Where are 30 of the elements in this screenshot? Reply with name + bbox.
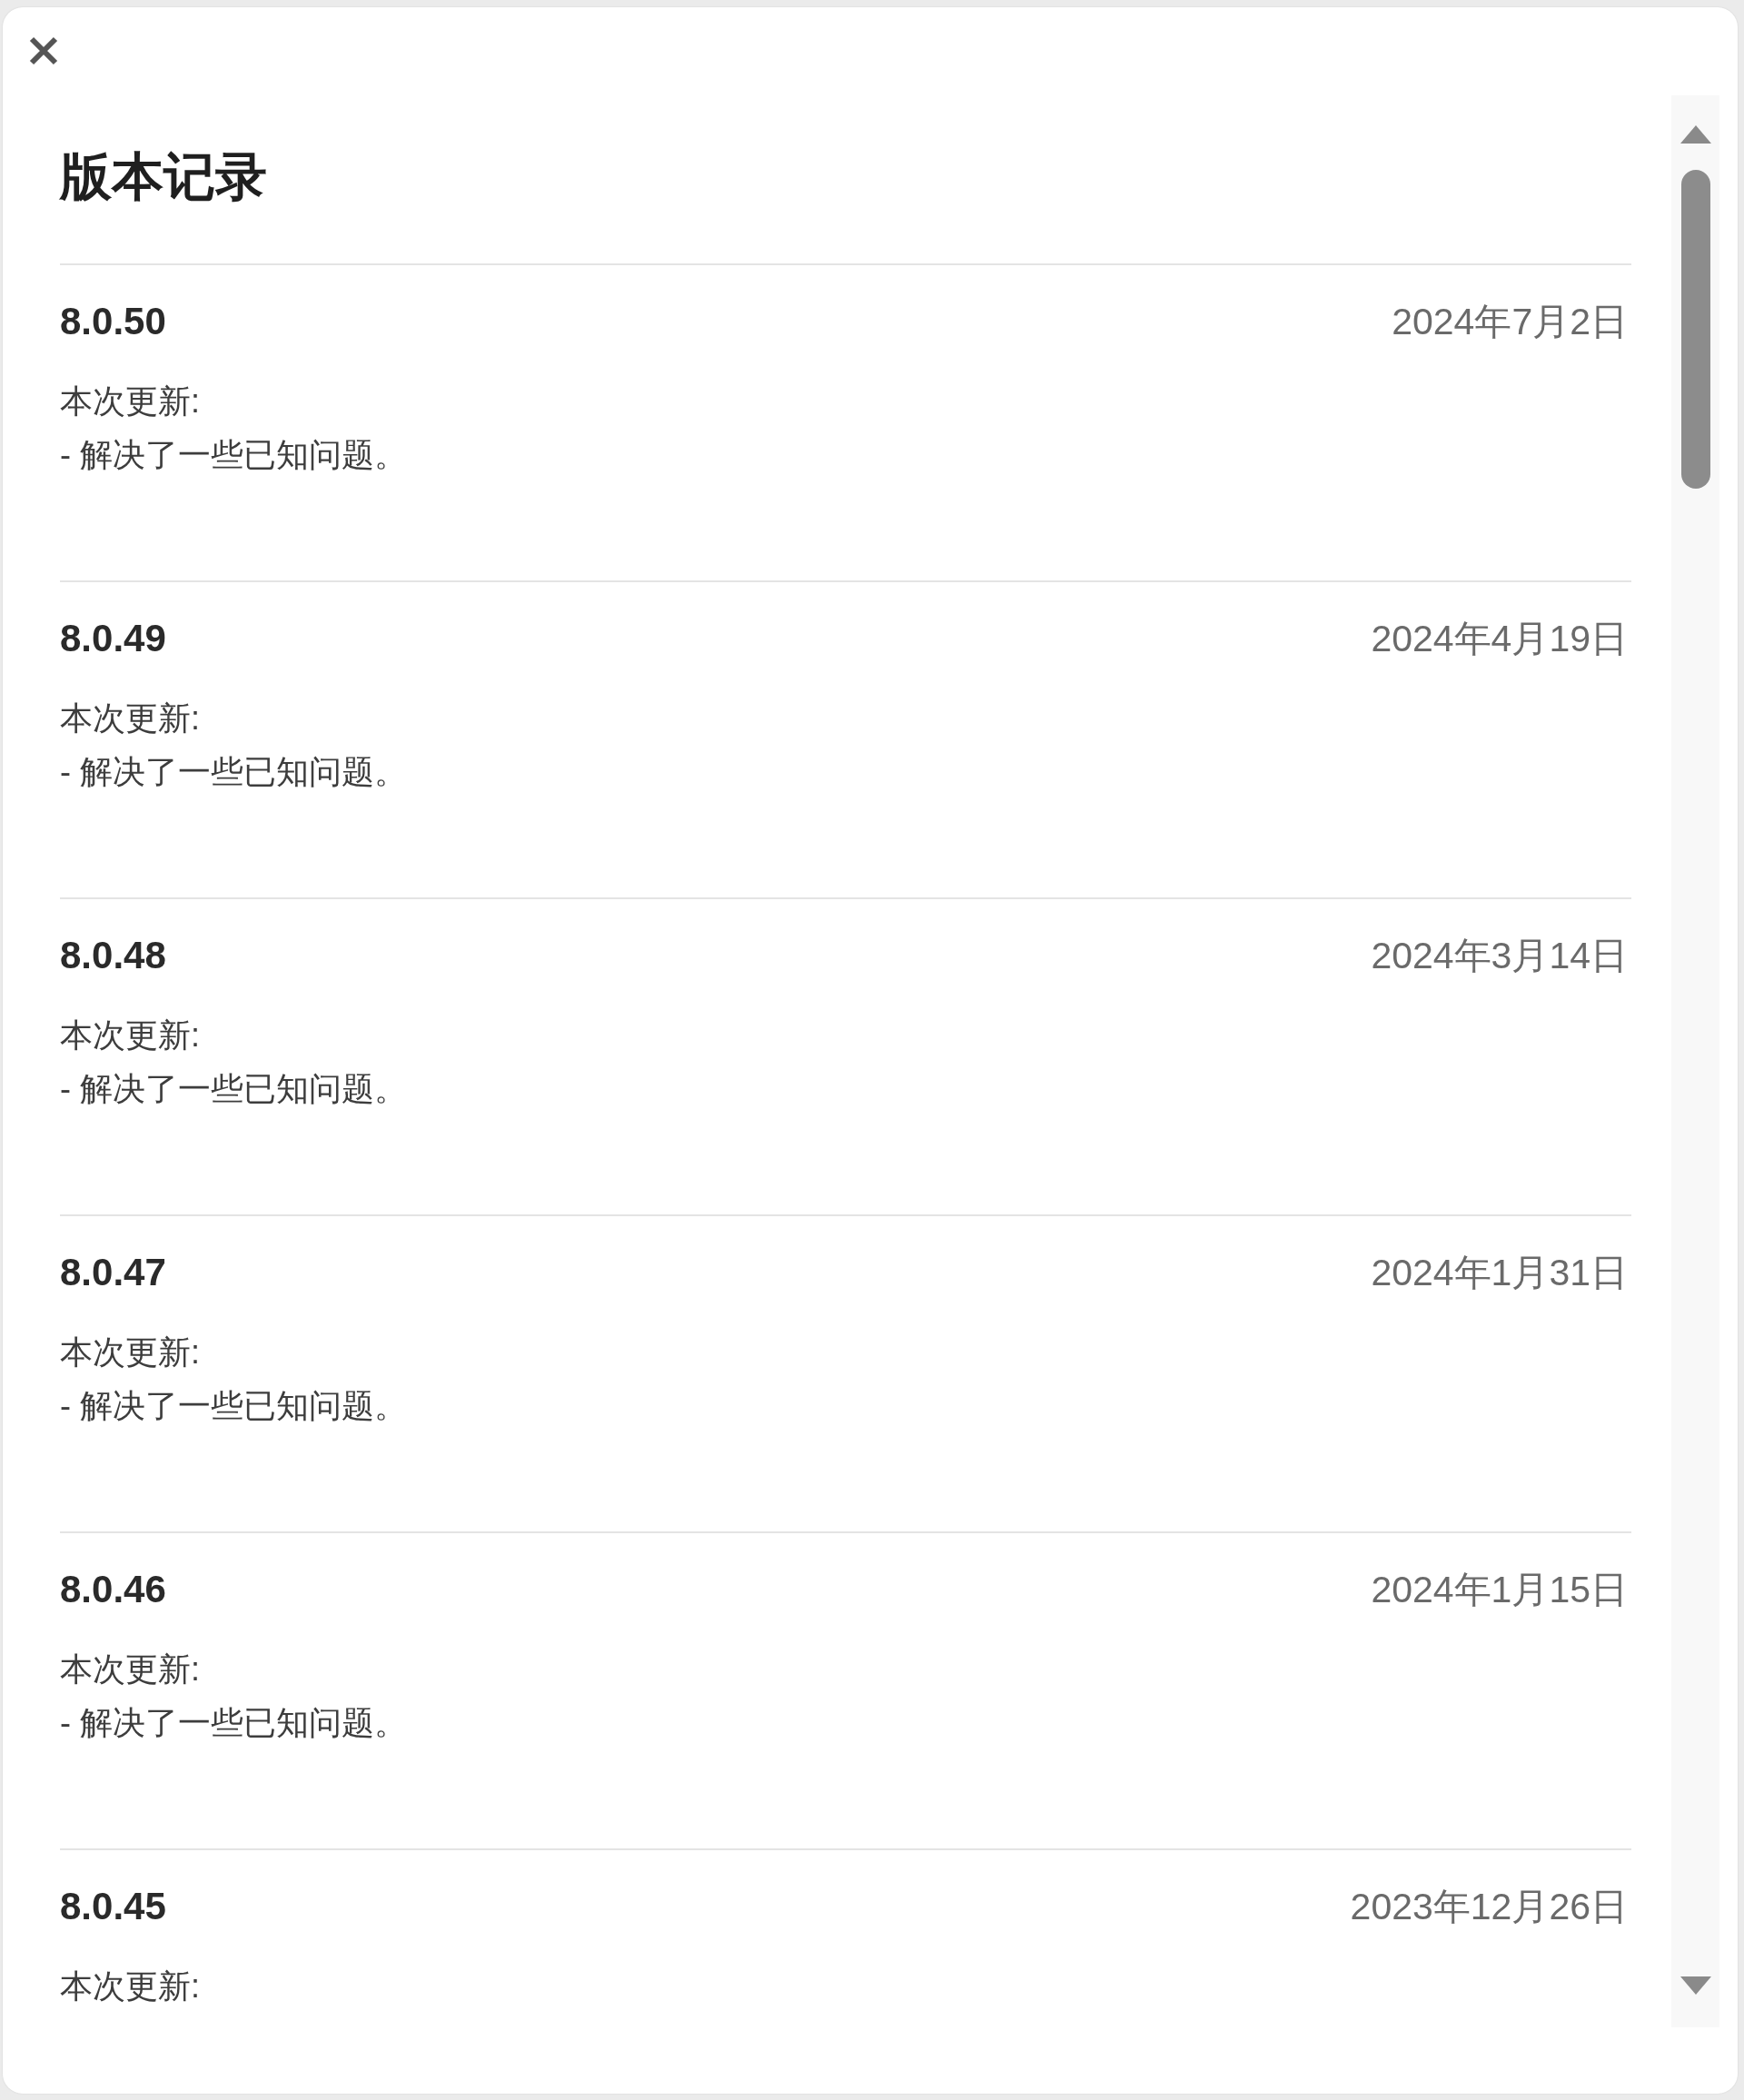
dialog-title: 版本记录 — [60, 146, 268, 207]
release-date: 2024年4月19日 — [1371, 617, 1628, 661]
version-number: 8.0.49 — [60, 616, 166, 661]
version-number: 8.0.48 — [60, 933, 166, 978]
version-number: 8.0.47 — [60, 1250, 166, 1295]
release-note: - 解决了一些已知问题。 — [60, 1386, 408, 1426]
scrollbar-thumb[interactable] — [1680, 170, 1710, 489]
release-note: - 解决了一些已知问题。 — [60, 752, 408, 792]
scrollbar-track[interactable] — [1671, 95, 1719, 2027]
version-number: 8.0.45 — [60, 1884, 166, 1929]
scroll-up-icon[interactable] — [1680, 125, 1711, 144]
notes-heading: 本次更新: — [60, 381, 201, 421]
scroll-down-icon[interactable] — [1680, 1976, 1711, 1995]
release-note: - 解决了一些已知问题。 — [60, 435, 408, 475]
release-date: 2023年12月26日 — [1350, 1885, 1628, 1929]
release-note: - 解决了一些已知问题。 — [60, 1703, 408, 1743]
close-icon — [28, 36, 59, 65]
notes-heading: 本次更新: — [60, 1649, 201, 1689]
version-number: 8.0.50 — [60, 299, 166, 344]
notes-heading: 本次更新: — [60, 1332, 201, 1372]
notes-heading: 本次更新: — [60, 1966, 201, 2006]
release-date: 2024年3月14日 — [1371, 934, 1628, 978]
release-date: 2024年1月15日 — [1371, 1568, 1628, 1612]
release-date: 2024年7月2日 — [1392, 300, 1628, 344]
notes-heading: 本次更新: — [60, 698, 201, 738]
release-note: - 解决了一些已知问题。 — [60, 1069, 408, 1109]
notes-heading: 本次更新: — [60, 1015, 201, 1055]
release-date: 2024年1月31日 — [1371, 1251, 1628, 1295]
version-number: 8.0.46 — [60, 1567, 166, 1612]
close-button[interactable] — [28, 36, 59, 65]
